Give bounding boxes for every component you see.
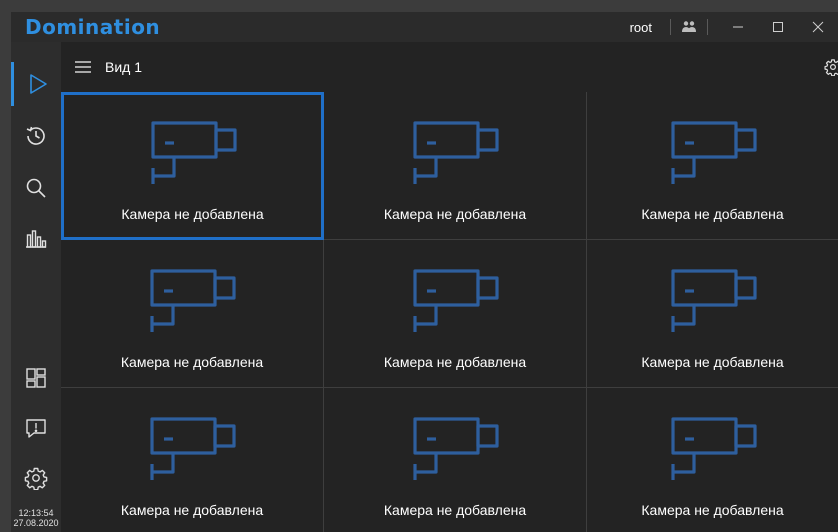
view-toolbar: Вид 1 <box>61 42 838 92</box>
camera-caption: Камера не добавлена <box>120 354 264 370</box>
camera-cell[interactable]: Камера не добавлена <box>587 240 838 388</box>
divider <box>670 19 671 35</box>
camera-caption: Камера не добавлена <box>383 502 527 518</box>
gear-icon <box>24 466 48 490</box>
sidebar-item-archive[interactable] <box>11 114 61 158</box>
sidebar-item-live[interactable] <box>11 62 61 106</box>
play-icon <box>26 72 50 96</box>
camera-cell[interactable]: Камера не добавлена <box>61 240 324 388</box>
camera-icon <box>147 120 239 203</box>
camera-grid: Камера не добавлена Камера не добавлена … <box>61 92 838 532</box>
camera-icon <box>146 416 238 499</box>
camera-icon <box>146 268 238 351</box>
search-icon <box>24 176 48 200</box>
sidebar-item-search[interactable] <box>11 166 61 210</box>
history-icon <box>24 124 48 148</box>
clock: 12:13:54 27.08.2020 <box>11 508 61 528</box>
camera-caption: Камера не добавлена <box>641 502 784 518</box>
layout-icon <box>24 366 48 390</box>
clock-date: 27.08.2020 <box>13 518 59 528</box>
camera-caption: Камера не добавлена <box>383 206 527 222</box>
sidebar-item-statistics[interactable] <box>11 216 61 260</box>
current-user[interactable]: root <box>630 20 652 35</box>
sidebar: 12:13:54 27.08.2020 <box>11 42 61 532</box>
view-settings-icon[interactable] <box>824 58 838 81</box>
menu-icon[interactable] <box>71 55 95 79</box>
sidebar-item-settings[interactable] <box>11 456 61 500</box>
camera-icon <box>409 120 501 203</box>
camera-icon <box>667 268 759 351</box>
camera-caption: Камера не добавлена <box>121 206 264 222</box>
camera-icon <box>667 120 759 203</box>
camera-cell[interactable]: Камера не добавлена <box>587 388 838 532</box>
users-icon[interactable] <box>681 20 697 34</box>
chart-icon <box>24 226 48 250</box>
sidebar-item-events[interactable] <box>11 406 61 450</box>
view-title: Вид 1 <box>105 59 143 75</box>
app-window: Domination root 12:13:54 27.08.2020 Вид … <box>11 12 838 532</box>
camera-icon <box>409 268 501 351</box>
camera-cell[interactable]: Камера не добавлена <box>61 388 324 532</box>
minimize-button[interactable] <box>718 12 758 42</box>
camera-cell[interactable]: Камера не добавлена <box>61 92 324 240</box>
divider <box>707 19 708 35</box>
camera-icon <box>409 416 501 499</box>
clock-time: 12:13:54 <box>18 508 54 518</box>
camera-caption: Камера не добавлена <box>383 354 527 370</box>
camera-caption: Камера не добавлена <box>641 206 784 222</box>
camera-cell[interactable]: Камера не добавлена <box>587 92 838 240</box>
sidebar-item-layouts[interactable] <box>11 356 61 400</box>
camera-caption: Камера не добавлена <box>120 502 264 518</box>
camera-cell[interactable]: Камера не добавлена <box>324 92 587 240</box>
title-bar-controls: root <box>630 12 838 42</box>
camera-cell[interactable]: Камера не добавлена <box>324 388 587 532</box>
camera-cell[interactable]: Камера не добавлена <box>324 240 587 388</box>
camera-icon <box>667 416 759 499</box>
close-button[interactable] <box>798 12 838 42</box>
app-logo: Domination <box>25 15 161 39</box>
alert-icon <box>24 416 48 440</box>
title-bar[interactable]: Domination root <box>11 12 838 42</box>
camera-caption: Камера не добавлена <box>641 354 784 370</box>
maximize-button[interactable] <box>758 12 798 42</box>
